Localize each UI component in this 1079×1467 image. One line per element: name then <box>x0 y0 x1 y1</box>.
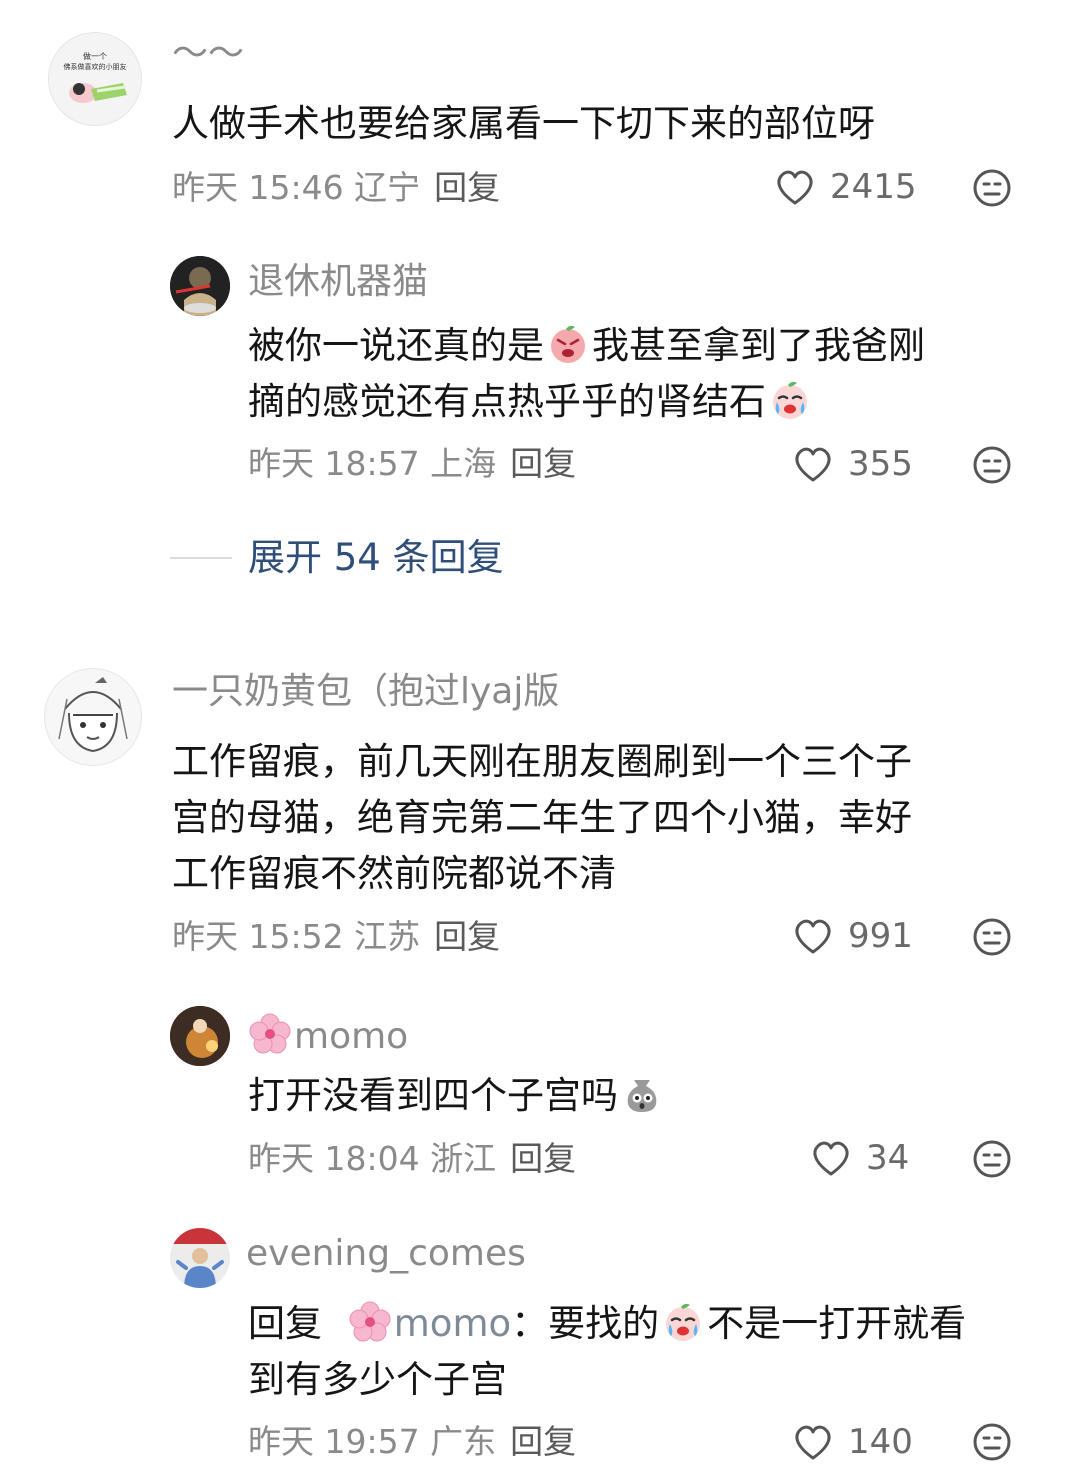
comment-text-line: 工作留痕不然前院都说不清 <box>172 852 616 895</box>
like-button[interactable]: 355 <box>792 444 913 484</box>
reply-author[interactable]: momo <box>248 1012 408 1057</box>
comment-time-location: 昨天 15:52 江苏 <box>172 917 421 956</box>
expand-replies-label: 展开 54 条回复 <box>248 536 504 579</box>
comment-text-line: 宫的母猫，绝育完第二年生了四个小猫，幸好 <box>172 796 912 839</box>
heart-outline-icon <box>813 1141 849 1176</box>
expand-replies-button[interactable]: 展开 54 条回复 <box>170 536 504 580</box>
comment-meta: 昨天 15:46 辽宁 回复 <box>172 168 500 208</box>
crying-peach-emoji <box>666 1303 701 1341</box>
like-button[interactable]: 34 <box>810 1138 909 1178</box>
meh-face-icon[interactable] <box>972 1139 1012 1179</box>
avatar[interactable]: 做一个 佛系做喜欢的小朋友 <box>48 32 142 126</box>
like-button[interactable]: 2415 <box>774 167 917 207</box>
reply-text-part: ：要找的 <box>511 1302 660 1345</box>
shocked-bag-emoji <box>627 1080 657 1112</box>
comment-time-location: 昨天 15:46 辽宁 <box>172 168 421 207</box>
svg-text:佛系做喜欢的小朋友: 佛系做喜欢的小朋友 <box>64 62 127 71</box>
heart-outline-icon <box>795 919 831 954</box>
reply-time-location: 昨天 18:57 上海 <box>248 444 497 483</box>
avatar[interactable] <box>170 256 230 316</box>
cherry-blossom-emoji <box>349 1301 391 1342</box>
avatar[interactable] <box>44 668 142 766</box>
comment-meta: 昨天 15:52 江苏 回复 <box>172 917 500 957</box>
reply-button[interactable]: 回复 <box>434 917 500 956</box>
meh-face-icon[interactable] <box>972 445 1012 485</box>
like-count: 2415 <box>830 167 917 207</box>
svg-text:做一个: 做一个 <box>83 51 107 61</box>
reply-button[interactable]: 回复 <box>510 1139 576 1178</box>
comment-author[interactable]: 一只奶黄包（抱过lyaj版 <box>172 672 559 712</box>
reply-text-part: 不是一打开就看 <box>707 1302 967 1345</box>
like-button[interactable]: 991 <box>792 916 913 956</box>
heart-outline-icon <box>777 170 813 205</box>
reply-button[interactable]: 回复 <box>510 1422 576 1461</box>
reply-button[interactable]: 回复 <box>434 168 500 207</box>
reply-prefix: 回复 <box>248 1302 322 1345</box>
reply-text-part: 我甚至拿到了我爸刚 <box>592 324 925 367</box>
angry-peach-emoji <box>551 325 585 363</box>
avatar[interactable] <box>170 1228 230 1288</box>
like-button[interactable]: 140 <box>792 1422 913 1462</box>
like-count: 991 <box>848 916 913 956</box>
reply-text-part: 打开没看到四个子宫吗 <box>248 1074 618 1117</box>
mention-link[interactable]: momo <box>394 1302 511 1345</box>
cherry-blossom-emoji <box>249 1013 291 1054</box>
heart-outline-icon <box>795 447 831 482</box>
comment-text: 人做手术也要给家属看一下切下来的部位呀 <box>172 102 875 145</box>
reply-author-name: momo <box>294 1016 409 1057</box>
meh-face-icon[interactable] <box>972 917 1012 957</box>
reply-text: 被你一说还真的是 我甚至拿到了我爸刚 摘的感觉还有点热乎乎的肾结石 <box>248 318 1048 430</box>
comment-text-line: 工作留痕，前几天刚在朋友圈刷到一个三个子 <box>172 740 912 783</box>
reply-meta: 昨天 19:57 广东 回复 <box>248 1422 576 1462</box>
meh-face-icon[interactable] <box>972 168 1012 208</box>
reply-time-location: 昨天 18:04 浙江 <box>248 1139 497 1178</box>
reply-button[interactable]: 回复 <box>510 444 576 483</box>
crying-peach-emoji <box>773 381 807 419</box>
reply-text: 回复 momo：要找的 不是一打开就看 到有多少个子宫 <box>248 1296 1048 1408</box>
divider <box>170 557 232 559</box>
reply-text: 打开没看到四个子宫吗 <box>248 1068 666 1124</box>
reply-time-location: 昨天 19:57 广东 <box>248 1422 497 1461</box>
comment-author[interactable]: ～～ <box>172 34 244 74</box>
comment-text: 工作留痕，前几天刚在朋友圈刷到一个三个子 宫的母猫，绝育完第二年生了四个小猫，幸… <box>172 734 1032 902</box>
reply-meta: 昨天 18:04 浙江 回复 <box>248 1139 576 1179</box>
reply-meta: 昨天 18:57 上海 回复 <box>248 444 576 484</box>
reply-author[interactable]: 退休机器猫 <box>248 262 428 302</box>
reply-text-part: 摘的感觉还有点热乎乎的肾结石 <box>248 380 766 423</box>
like-count: 355 <box>848 444 913 484</box>
reply-text-part: 到有多少个子宫 <box>248 1358 507 1401</box>
meh-face-icon[interactable] <box>972 1422 1012 1462</box>
heart-outline-icon <box>795 1425 831 1460</box>
like-count: 140 <box>848 1422 913 1462</box>
avatar[interactable] <box>170 1006 230 1066</box>
reply-text-part: 被你一说还真的是 <box>248 324 544 367</box>
reply-author[interactable]: evening_comes <box>246 1234 526 1274</box>
like-count: 34 <box>866 1138 910 1178</box>
